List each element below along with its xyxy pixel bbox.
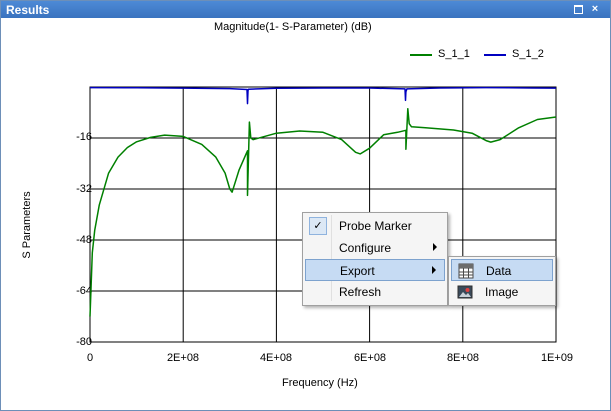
export-submenu: Data Image	[448, 256, 556, 306]
submenu-arrow-icon	[432, 266, 436, 274]
check-icon: ✓	[309, 217, 327, 235]
menu-item-label: Data	[486, 264, 512, 278]
image-icon	[457, 285, 473, 299]
menu-item-label: Export	[340, 264, 375, 278]
menu-item-label: Probe Marker	[339, 219, 412, 233]
data-table-icon	[458, 263, 474, 279]
menu-item-configure[interactable]: Configure	[305, 237, 445, 259]
menu-item-label: Configure	[339, 241, 392, 255]
menu-item-refresh[interactable]: Refresh	[305, 281, 445, 303]
menu-item-label: Refresh	[339, 285, 382, 299]
menu-item-label: Image	[485, 285, 519, 299]
menu-item-export[interactable]: Export	[305, 259, 445, 281]
menu-item-export-data[interactable]: Data	[451, 259, 553, 281]
series-line-s12	[89, 86, 557, 105]
menu-item-probe-marker[interactable]: ✓ Probe Marker	[305, 215, 445, 237]
menu-item-export-image[interactable]: Image	[451, 281, 553, 303]
chart-svg	[89, 86, 557, 343]
context-menu: ✓ Probe Marker Configure Export Refresh	[302, 212, 448, 306]
submenu-arrow-icon	[433, 243, 437, 251]
